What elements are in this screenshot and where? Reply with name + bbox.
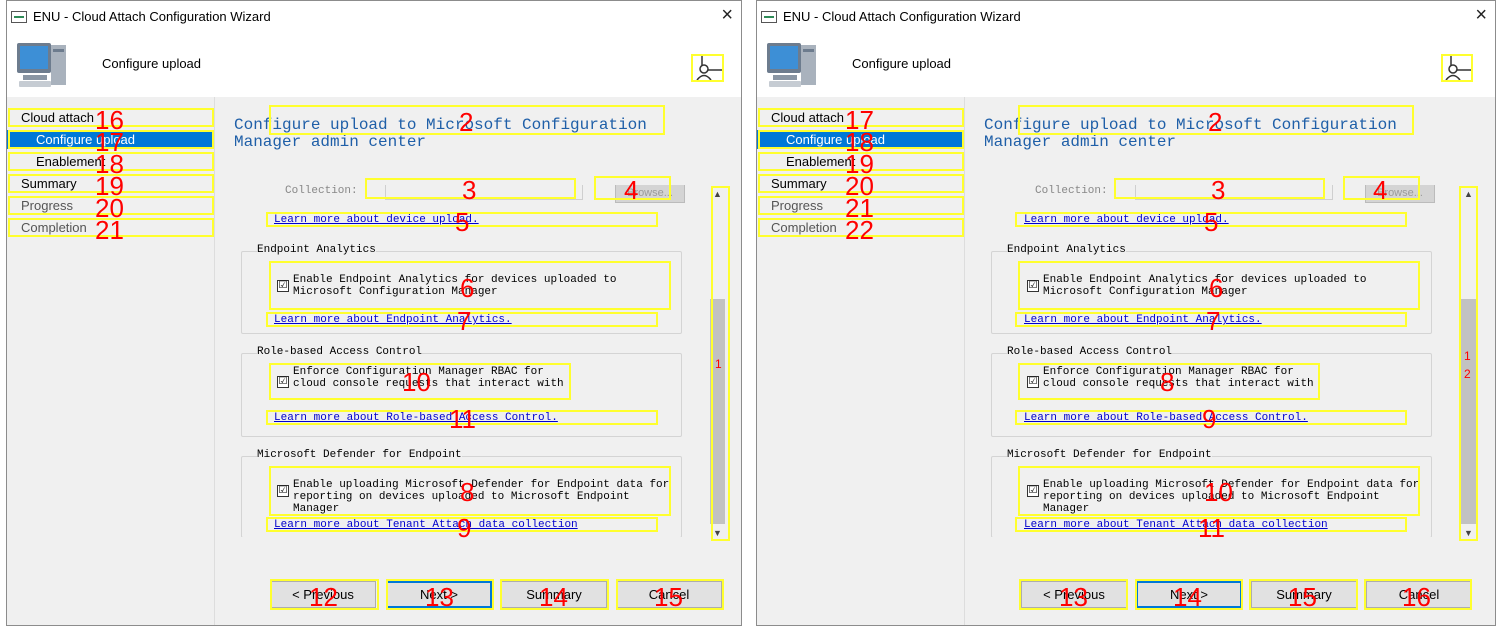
annotation-number: 4 [1373, 175, 1388, 205]
title-bar: ENU - Cloud Attach Configuration Wizard … [757, 1, 1495, 31]
close-icon[interactable]: × [1475, 4, 1487, 26]
rbac-label: Role-based Access Control [257, 346, 423, 358]
annotation-number: 12 [309, 582, 338, 612]
annotation-box [691, 54, 724, 82]
collection-label: Collection: [285, 185, 358, 197]
annotation-box [1441, 54, 1473, 82]
annotation-number: 11 [1198, 513, 1225, 543]
annotation-number: 2 [1208, 107, 1223, 137]
wizard-header: Configure upload [757, 31, 1495, 97]
window-title: ENU - Cloud Attach Configuration Wizard [783, 9, 1021, 24]
wizard-window-right: ENU - Cloud Attach Configuration Wizard … [756, 0, 1496, 626]
app-icon [11, 11, 27, 23]
annotation-number: 6 [1209, 273, 1224, 303]
collection-label: Collection: [1035, 185, 1108, 197]
endpoint-analytics-label: Endpoint Analytics [1007, 244, 1126, 256]
annotation-number: 9 [1202, 404, 1217, 434]
rbac-label: Role-based Access Control [1007, 346, 1173, 358]
annotation-number: 3 [462, 175, 477, 205]
page-header-title: Configure upload [102, 56, 202, 71]
annotation-number: 15 [1288, 582, 1317, 612]
annotation-number: 9 [457, 513, 472, 543]
defender-label: Microsoft Defender for Endpoint [1007, 449, 1212, 461]
annotation-number: 5 [1204, 207, 1219, 237]
annotation-number: 7 [1206, 306, 1221, 336]
annotation-number: 2 [459, 107, 474, 137]
computer-icon [767, 43, 816, 87]
annotation-number: 7 [457, 306, 472, 336]
annotation-number: 10 [402, 367, 431, 397]
annotation-number: 22 [845, 215, 874, 245]
annotation-number: 15 [654, 582, 683, 612]
window-title: ENU - Cloud Attach Configuration Wizard [33, 9, 271, 24]
page-header-title: Configure upload [852, 56, 952, 71]
annotation-number: 8 [1160, 367, 1175, 397]
annotation-number: 5 [455, 207, 470, 237]
annotation-number: 11 [449, 404, 476, 434]
annotation-number: 6 [460, 273, 475, 303]
annotation-number: 2 [1464, 367, 1471, 381]
annotation-number: 21 [95, 215, 124, 245]
endpoint-analytics-label: Endpoint Analytics [257, 244, 376, 256]
annotation-number: 1 [1464, 349, 1471, 363]
title-bar: ENU - Cloud Attach Configuration Wizard … [7, 1, 741, 31]
annotation-number: 1 [715, 357, 722, 371]
annotation-number: 10 [1204, 477, 1233, 507]
annotation-box [1459, 186, 1478, 541]
wizard-window-left: ENU - Cloud Attach Configuration Wizard … [6, 0, 742, 626]
annotation-number: 14 [1173, 582, 1202, 612]
annotation-number: 16 [1402, 582, 1431, 612]
annotation-number: 8 [460, 477, 475, 507]
annotation-number: 3 [1211, 175, 1226, 205]
annotation-number: 4 [624, 175, 639, 205]
app-icon [761, 11, 777, 23]
annotation-number: 14 [539, 582, 568, 612]
computer-icon [17, 43, 66, 87]
wizard-header: Configure upload [7, 31, 741, 97]
annotation-number: 13 [1059, 582, 1088, 612]
close-icon[interactable]: × [721, 4, 733, 26]
defender-label: Microsoft Defender for Endpoint [257, 449, 462, 461]
annotation-number: 13 [425, 582, 454, 612]
